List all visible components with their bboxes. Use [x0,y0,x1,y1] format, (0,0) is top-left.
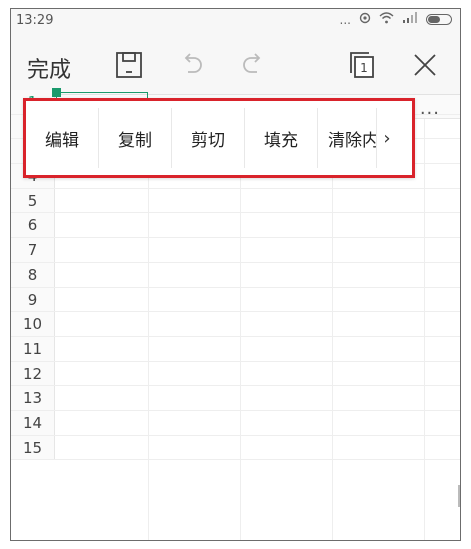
row-number[interactable]: 7 [11,238,55,262]
save-icon[interactable] [114,50,144,80]
table-row: 7 [11,238,460,263]
status-time: 13:29 [16,13,54,28]
location-icon [359,12,371,27]
row-number[interactable]: 10 [11,312,55,336]
row-number[interactable]: 14 [11,410,55,435]
edit-toolbar: 完成 1 [11,33,460,95]
chevron-right-icon[interactable]: › [377,108,397,168]
signal-icon [402,12,418,27]
selection-handle-top-left[interactable] [52,88,61,97]
vertical-scrollbar[interactable] [458,485,460,507]
undo-icon[interactable] [176,50,206,80]
row-number[interactable]: 8 [11,262,55,287]
row-number[interactable]: 12 [11,361,55,386]
battery-icon [426,14,452,25]
table-row: 11 [11,336,460,362]
cell-context-menu: 编辑 复制 剪切 填充 清除内 › [23,98,415,178]
sheet-count-label: 1 [360,61,368,75]
row-number[interactable]: 15 [11,435,55,460]
row-number[interactable]: 5 [11,188,55,213]
table-row: 12 [11,361,460,387]
phone-screen: 13:29 ... 完成 1 ··· 5 6 7 8 9 10 11 12 13… [10,8,461,541]
menu-item-edit[interactable]: 编辑 [26,108,99,168]
row-number[interactable]: 13 [11,386,55,410]
menu-item-cut[interactable]: 剪切 [172,108,245,168]
redo-icon[interactable] [239,50,269,80]
wifi-icon [379,12,394,27]
table-row: 10 [11,312,460,337]
sheet-count-icon[interactable]: 1 [347,50,377,80]
row-number[interactable]: 6 [11,213,55,238]
menu-item-clear[interactable]: 清除内 [318,108,377,168]
table-row: 15 [11,435,460,461]
row-number[interactable]: 9 [11,287,55,312]
table-row: 5 [11,188,460,214]
status-bar: 13:29 ... [11,9,460,33]
table-row: 13 [11,386,460,411]
table-row: 6 [11,213,460,239]
status-icons: ... [340,12,452,27]
menu-item-copy[interactable]: 复制 [99,108,172,168]
row-number[interactable]: 11 [11,336,55,361]
more-dots-icon: ... [339,12,351,27]
close-icon[interactable] [410,50,440,80]
menu-item-fill[interactable]: 填充 [245,108,318,168]
table-row: 9 [11,287,460,313]
table-row: 14 [11,410,460,436]
table-row: 8 [11,262,460,288]
done-button[interactable]: 完成 [27,52,71,84]
